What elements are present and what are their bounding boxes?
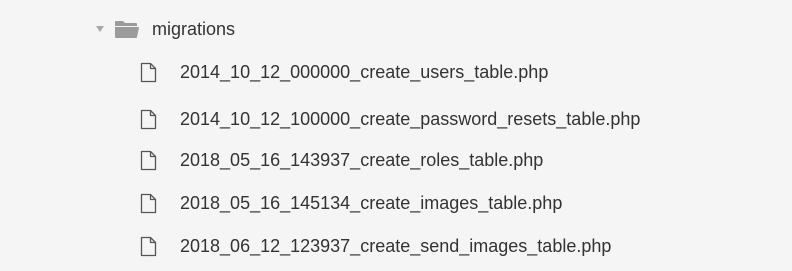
file-item[interactable]: 2014_10_12_000000_create_users_table.php: [138, 54, 548, 90]
folder-open-icon: [114, 19, 140, 39]
file-label: 2018_06_12_123937_create_send_images_tab…: [180, 236, 612, 256]
file-icon: [138, 191, 158, 215]
file-item[interactable]: 2018_05_16_145134_create_images_table.ph…: [138, 185, 562, 221]
file-item[interactable]: 2018_05_16_143937_create_roles_table.php: [138, 142, 543, 178]
file-icon: [138, 107, 158, 131]
file-label: 2014_10_12_000000_create_users_table.php: [180, 62, 549, 82]
file-label: 2018_05_16_145134_create_images_table.ph…: [180, 193, 563, 213]
folder-label: migrations: [152, 19, 236, 39]
file-icon: [138, 234, 158, 258]
file-icon: [138, 148, 158, 172]
file-icon: [138, 60, 158, 84]
file-label: 2014_10_12_100000_create_password_resets…: [180, 109, 641, 129]
file-tree-panel: migrations 2014_10_12_000000_create_user…: [0, 0, 792, 271]
file-label: 2018_05_16_143937_create_roles_table.php: [180, 150, 544, 170]
chevron-down-icon[interactable]: [92, 21, 108, 37]
file-item[interactable]: 2018_06_12_123937_create_send_images_tab…: [138, 228, 611, 264]
file-item[interactable]: 2014_10_12_100000_create_password_resets…: [138, 101, 640, 137]
folder-item-migrations[interactable]: migrations: [92, 11, 235, 47]
